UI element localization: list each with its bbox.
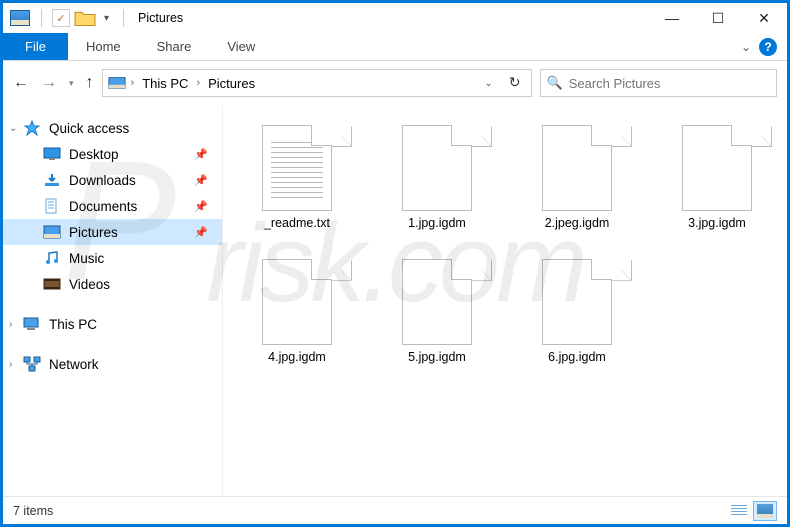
history-dropdown[interactable]: ▾ [69,78,74,89]
crumb-sep[interactable]: › [131,77,135,89]
file-pane[interactable]: _readme.txt 1.jpg.igdm 2.jpeg.igdm 3.jpg.ig… [223,105,787,496]
file-name: 4.jpg.igdm [268,351,326,365]
documents-icon [43,198,61,214]
maximize-button[interactable]: ☐ [695,3,741,33]
file-thumb [682,125,752,211]
file-item[interactable]: 1.jpg.igdm [387,125,487,231]
nav-bar: ← → ▾ ↑ › This PC › Pictures ⌄ ↻ 🔍 [3,61,787,105]
pictures-icon [43,224,61,240]
app-icon [9,7,31,29]
up-button[interactable]: ↑ [86,74,94,92]
sidebar-item-label: Documents [69,199,137,214]
address-bar[interactable]: › This PC › Pictures ⌄ ↻ [102,69,532,97]
ribbon: File Home Share View ⌄ ? [3,33,787,61]
file-name: 1.jpg.igdm [408,217,466,231]
status-bar: 7 items [3,496,787,524]
file-item[interactable]: 5.jpg.igdm [387,259,487,365]
file-name: 2.jpeg.igdm [545,217,610,231]
view-switch [727,501,777,521]
file-item[interactable]: _readme.txt [247,125,347,231]
crumb-sep[interactable]: › [196,77,200,89]
close-button[interactable]: ✕ [741,3,787,33]
qat-properties-icon[interactable]: ✓ [52,9,70,27]
ribbon-collapse-icon[interactable]: ⌄ [741,40,751,54]
location-icon [107,75,127,91]
details-view-button[interactable] [727,501,751,521]
file-item[interactable]: 3.jpg.igdm [667,125,767,231]
address-dropdown[interactable]: ⌄ [478,78,498,89]
large-icons-view-button[interactable] [753,501,777,521]
sidebar-item-desktop[interactable]: Desktop 📌 [3,141,222,167]
sidebar-label: Network [49,357,99,372]
file-thumb [542,259,612,345]
forward-button[interactable]: → [41,74,57,92]
qat-customize-dropdown[interactable]: ▾ [100,13,113,24]
crumb-current[interactable]: Pictures [204,76,259,91]
title-bar: ✓ ▾ Pictures — ☐ ✕ [3,3,787,33]
file-name: 3.jpg.igdm [688,217,746,231]
separator [41,9,42,27]
nav-arrows: ← → ▾ ↑ [13,74,94,92]
videos-icon [43,276,61,292]
pin-icon: 📌 [194,174,208,187]
sidebar-item-downloads[interactable]: Downloads 📌 [3,167,222,193]
network-icon [23,356,41,372]
search-box[interactable]: 🔍 [540,69,777,97]
file-item[interactable]: 6.jpg.igdm [527,259,627,365]
sidebar-label: Quick access [49,121,129,136]
pc-icon [23,316,41,332]
sidebar-item-music[interactable]: Music [3,245,222,271]
file-item[interactable]: 2.jpeg.igdm [527,125,627,231]
help-icon[interactable]: ? [759,38,777,56]
search-input[interactable] [569,76,770,91]
qat-newfolder-icon[interactable] [74,7,96,29]
file-thumb [262,125,332,211]
sidebar-item-label: Desktop [69,147,119,162]
file-thumb [402,259,472,345]
ribbon-right: ⌄ ? [741,33,787,60]
downloads-icon [43,172,61,188]
titlebar-left: ✓ ▾ Pictures [3,7,183,29]
file-tab[interactable]: File [3,33,68,60]
separator [123,9,124,27]
file-name: 5.jpg.igdm [408,351,466,365]
file-thumb [542,125,612,211]
refresh-button[interactable]: ↻ [503,75,527,92]
sidebar-label: This PC [49,317,97,332]
sidebar-item-label: Downloads [69,173,136,188]
status-count: 7 items [13,504,53,518]
sidebar-item-label: Pictures [69,225,118,240]
crumb-root[interactable]: This PC [138,76,192,91]
sidebar-quick-access[interactable]: ⌄ Quick access [3,115,222,141]
sidebar-item-videos[interactable]: Videos [3,271,222,297]
music-icon [43,250,61,266]
sidebar-item-label: Music [69,251,104,266]
window-controls: — ☐ ✕ [649,3,787,33]
sidebar-item-pictures[interactable]: Pictures 📌 [3,219,222,245]
search-icon: 🔍 [547,75,563,91]
pin-icon: 📌 [194,200,208,213]
sidebar-item-documents[interactable]: Documents 📌 [3,193,222,219]
file-name: _readme.txt [264,217,330,231]
star-icon [23,120,41,136]
file-grid: _readme.txt 1.jpg.igdm 2.jpeg.igdm 3.jpg.ig… [247,125,767,365]
pin-icon: 📌 [194,226,208,239]
file-name: 6.jpg.igdm [548,351,606,365]
pin-icon: 📌 [194,148,208,161]
file-item[interactable]: 4.jpg.igdm [247,259,347,365]
file-thumb [262,259,332,345]
minimize-button[interactable]: — [649,3,695,33]
tab-share[interactable]: Share [139,33,210,60]
back-button[interactable]: ← [13,74,29,92]
file-thumb [402,125,472,211]
sidebar-network[interactable]: › Network [3,351,222,377]
tab-view[interactable]: View [209,33,273,60]
sidebar-item-label: Videos [69,277,110,292]
tab-home[interactable]: Home [68,33,139,60]
window-title: Pictures [138,11,183,25]
desktop-icon [43,146,61,162]
sidebar-this-pc[interactable]: › This PC [3,311,222,337]
body: ⌄ Quick access Desktop 📌 Downloads 📌 Doc… [3,105,787,496]
sidebar: ⌄ Quick access Desktop 📌 Downloads 📌 Doc… [3,105,223,496]
